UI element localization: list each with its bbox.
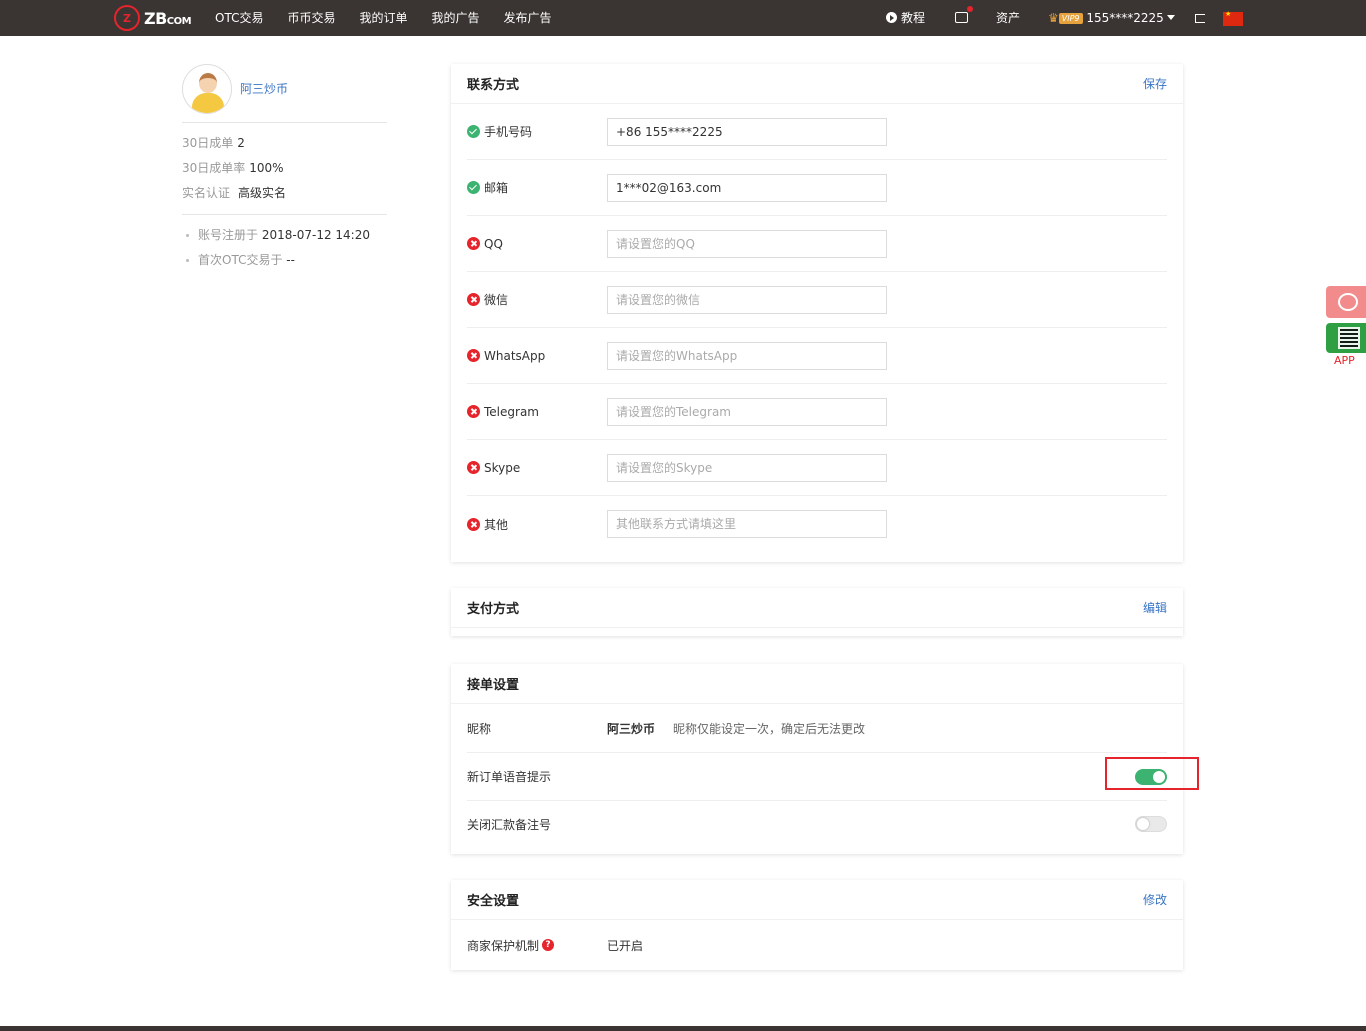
nickname-hint: 昵称仅能设定一次，确定后无法更改 bbox=[673, 721, 866, 736]
highlight-box bbox=[1105, 757, 1199, 790]
top-navbar: Z ZBCOM OTC交易 币币交易 我的订单 我的广告 发布广告 教程 资产 … bbox=[0, 0, 1366, 36]
contact-row-other: 其他 bbox=[467, 496, 1167, 552]
nickname-value: 阿三炒币 bbox=[607, 721, 656, 736]
skype-input[interactable] bbox=[607, 453, 887, 482]
contact-row-email: 邮箱 bbox=[467, 160, 1167, 216]
edit-payment-button[interactable]: 编辑 bbox=[1143, 599, 1167, 616]
contact-row-phone: 手机号码 bbox=[467, 104, 1167, 160]
message-icon bbox=[955, 6, 973, 23]
contact-title: 联系方式 bbox=[467, 78, 520, 93]
unverified-icon bbox=[467, 293, 480, 306]
security-card: 安全设置 修改 商家保护机制? 已开启 bbox=[451, 880, 1183, 970]
chevron-down-icon bbox=[1166, 15, 1175, 20]
contact-row-whatsapp: WhatsApp bbox=[467, 328, 1167, 384]
contact-row-telegram: Telegram bbox=[467, 384, 1167, 440]
avatar bbox=[182, 64, 232, 114]
remark-row: 关闭汇款备注号 bbox=[467, 801, 1167, 847]
unverified-icon bbox=[467, 405, 480, 418]
account-name: 155****2225 bbox=[1086, 11, 1164, 25]
unverified-icon bbox=[467, 237, 480, 250]
order-settings-card: 接单设置 昵称 阿三炒币 昵称仅能设定一次，确定后无法更改 新订单语音提示 关闭… bbox=[451, 664, 1183, 854]
vip-badge: VIP9 bbox=[1058, 13, 1083, 24]
logo-mark-icon: Z bbox=[114, 5, 140, 31]
nickname-row: 昵称 阿三炒币 昵称仅能设定一次，确定后无法更改 bbox=[467, 704, 1167, 753]
verified-icon bbox=[467, 181, 480, 194]
nav-spot[interactable]: 币币交易 bbox=[287, 0, 335, 36]
unverified-icon bbox=[467, 517, 480, 531]
merchant-protection-row: 商家保护机制? 已开启 bbox=[467, 938, 644, 953]
security-title: 安全设置 bbox=[467, 894, 520, 909]
nav-otc[interactable]: OTC交易 bbox=[215, 0, 263, 36]
qq-input[interactable] bbox=[607, 229, 887, 258]
support-icon bbox=[1338, 293, 1358, 311]
app-qr-button[interactable] bbox=[1326, 323, 1366, 353]
main-nav: OTC交易 币币交易 我的订单 我的广告 发布广告 bbox=[215, 0, 576, 36]
nav-my-orders[interactable]: 我的订单 bbox=[359, 0, 407, 36]
registered-date: 账号注册于 2018-07-12 14:20 bbox=[182, 223, 387, 248]
merchant-protection-status: 已开启 bbox=[607, 938, 644, 953]
customer-service-button[interactable] bbox=[1326, 286, 1366, 318]
order-settings-title: 接单设置 bbox=[467, 678, 520, 693]
unverified-icon bbox=[467, 461, 480, 474]
payment-card: 支付方式 编辑 bbox=[451, 588, 1183, 636]
contact-row-wechat: 微信 bbox=[467, 272, 1167, 328]
telegram-input[interactable] bbox=[607, 397, 887, 426]
verified-icon bbox=[467, 125, 480, 138]
language-flag-icon[interactable] bbox=[1223, 10, 1243, 26]
messages-button[interactable] bbox=[955, 0, 973, 36]
logout-button[interactable] bbox=[1195, 0, 1205, 36]
app-label[interactable]: APP bbox=[1334, 354, 1355, 367]
remark-toggle[interactable] bbox=[1135, 816, 1167, 832]
other-contact-input[interactable] bbox=[607, 510, 887, 538]
contact-card: 联系方式 保存 手机号码 邮箱 QQ 微信 WhatsApp Telegram … bbox=[451, 64, 1183, 562]
voice-alert-row: 新订单语音提示 bbox=[467, 753, 1167, 801]
save-button[interactable]: 保存 bbox=[1143, 75, 1167, 92]
tutorial-link[interactable]: 教程 bbox=[886, 0, 925, 36]
stat-30d-rate: 30日成单率 100% bbox=[182, 161, 284, 175]
first-otc-trade: 首次OTC交易于 -- bbox=[182, 248, 387, 273]
nav-my-ads[interactable]: 我的广告 bbox=[431, 0, 479, 36]
modify-security-button[interactable]: 修改 bbox=[1143, 891, 1167, 908]
unverified-icon bbox=[467, 349, 480, 362]
profile-username[interactable]: 阿三炒币 bbox=[240, 80, 288, 97]
contact-row-qq: QQ bbox=[467, 216, 1167, 272]
assets-link[interactable]: 资产 bbox=[996, 0, 1020, 36]
stat-kyc: 实名认证 高级实名 bbox=[182, 186, 287, 200]
phone-input[interactable] bbox=[607, 117, 887, 146]
contact-row-skype: Skype bbox=[467, 440, 1167, 496]
logout-icon bbox=[1195, 14, 1205, 23]
qr-code-icon bbox=[1338, 327, 1360, 349]
payment-title: 支付方式 bbox=[467, 602, 520, 617]
email-input[interactable] bbox=[607, 173, 887, 202]
logo-text: ZB bbox=[144, 8, 167, 28]
logo[interactable]: Z ZBCOM bbox=[114, 5, 192, 31]
user-profile-panel: 阿三炒币 30日成单 2 30日成单率 100% 实名认证 高级实名 账号注册于 20… bbox=[182, 64, 387, 273]
footer-bar bbox=[0, 1026, 1366, 1031]
nav-post-ad[interactable]: 发布广告 bbox=[504, 0, 552, 36]
help-icon[interactable]: ? bbox=[542, 939, 555, 951]
play-icon bbox=[886, 12, 897, 23]
whatsapp-input[interactable] bbox=[607, 341, 887, 370]
logo-suffix: COM bbox=[166, 15, 192, 27]
account-menu[interactable]: ♛ VIP9 155****2225 bbox=[1048, 0, 1175, 36]
wechat-input[interactable] bbox=[607, 285, 887, 314]
stat-30d-orders: 30日成单 2 bbox=[182, 136, 245, 150]
crown-icon: ♛ bbox=[1048, 11, 1059, 25]
